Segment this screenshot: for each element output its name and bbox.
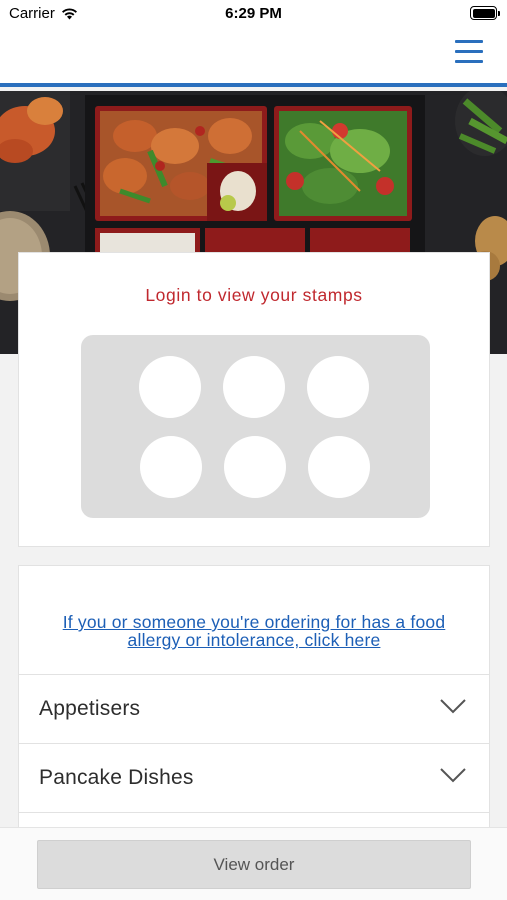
login-stamps-prompt[interactable]: Login to view your stamps — [19, 285, 489, 306]
chevron-down-icon — [440, 768, 466, 783]
status-bar: Carrier 6:29 PM — [0, 0, 507, 30]
allergy-info-card: If you or someone you're ordering for ha… — [18, 565, 490, 675]
battery-icon — [470, 6, 500, 20]
status-time: 6:29 PM — [225, 5, 282, 22]
hamburger-menu-icon[interactable] — [455, 40, 483, 66]
stamp-slot — [307, 356, 369, 418]
view-order-button[interactable]: View order — [37, 840, 471, 889]
stamp-slot — [140, 436, 202, 498]
stamp-slot — [224, 436, 286, 498]
nav-bar — [0, 30, 507, 87]
stamp-slot — [308, 436, 370, 498]
stamp-grid — [81, 335, 430, 518]
bottom-bar: View order — [0, 827, 507, 900]
menu-section-pancake-dishes[interactable]: Pancake Dishes — [18, 743, 490, 813]
menu-section-label: Appetisers — [39, 697, 141, 720]
chevron-down-icon — [440, 699, 466, 714]
menu-section-label: Pancake Dishes — [39, 766, 194, 789]
stamp-slot — [139, 356, 201, 418]
stamp-slot — [223, 356, 285, 418]
allergy-link[interactable]: If you or someone you're ordering for ha… — [39, 613, 469, 649]
menu-section-appetisers[interactable]: Appetisers — [18, 674, 490, 744]
stamp-card: Login to view your stamps — [18, 252, 490, 547]
